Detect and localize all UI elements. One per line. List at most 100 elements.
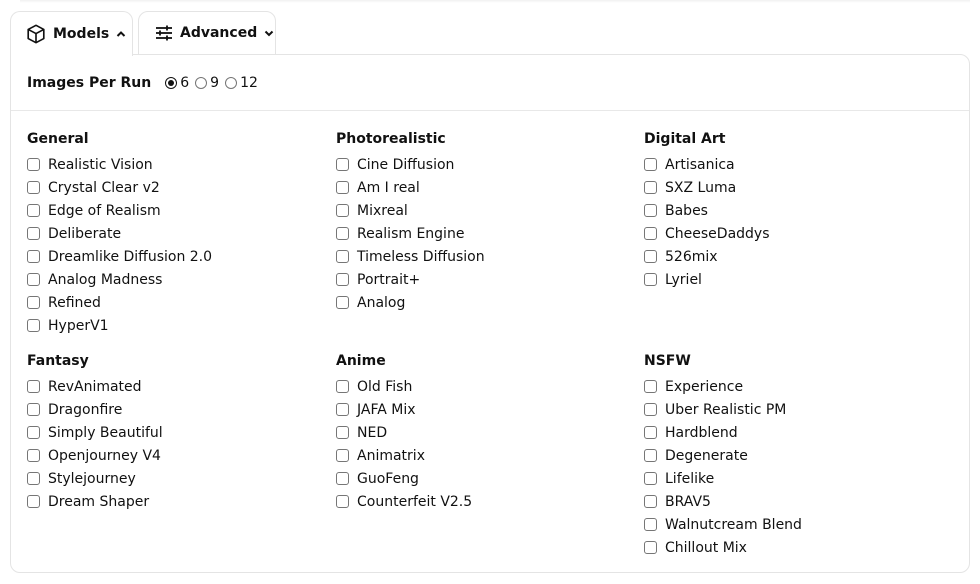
model-checkbox-item[interactable]: BRAV5 xyxy=(644,490,944,513)
checkbox[interactable] xyxy=(644,204,657,217)
checkbox[interactable] xyxy=(336,403,349,416)
checkbox[interactable] xyxy=(27,426,40,439)
model-name: GuoFeng xyxy=(357,470,419,487)
checkbox[interactable] xyxy=(27,380,40,393)
model-checkbox-item[interactable]: Dreamlike Diffusion 2.0 xyxy=(27,245,327,268)
checkbox[interactable] xyxy=(644,541,657,554)
checkbox[interactable] xyxy=(644,449,657,462)
checkbox[interactable] xyxy=(644,158,657,171)
checkbox[interactable] xyxy=(27,204,40,217)
model-checkbox-item[interactable]: Counterfeit V2.5 xyxy=(336,490,636,513)
radio-option-6[interactable]: 6 xyxy=(165,75,189,91)
model-checkbox-item[interactable]: Timeless Diffusion xyxy=(336,245,636,268)
checkbox[interactable] xyxy=(336,250,349,263)
model-checkbox-item[interactable]: Hardblend xyxy=(644,421,944,444)
checkbox[interactable] xyxy=(644,426,657,439)
radio-option-9[interactable]: 9 xyxy=(195,75,219,91)
model-checkbox-item[interactable]: NED xyxy=(336,421,636,444)
model-checkbox-item[interactable]: CheeseDaddys xyxy=(644,222,944,245)
model-checkbox-item[interactable]: Stylejourney xyxy=(27,467,327,490)
checkbox[interactable] xyxy=(336,181,349,194)
checkbox[interactable] xyxy=(336,227,349,240)
model-checkbox-item[interactable]: Deliberate xyxy=(27,222,327,245)
model-checkbox-item[interactable]: Realism Engine xyxy=(336,222,636,245)
checkbox[interactable] xyxy=(336,426,349,439)
model-checkbox-item[interactable]: Dream Shaper xyxy=(27,490,327,513)
model-checkbox-item[interactable]: Walnutcream Blend xyxy=(644,513,944,536)
checkbox[interactable] xyxy=(644,472,657,485)
checkbox[interactable] xyxy=(27,181,40,194)
model-checkbox-item[interactable]: Analog Madness xyxy=(27,268,327,291)
checkbox[interactable] xyxy=(336,158,349,171)
model-checkbox-item[interactable]: Portrait+ xyxy=(336,268,636,291)
model-name: Stylejourney xyxy=(48,470,136,487)
model-name: Animatrix xyxy=(357,447,425,464)
model-checkbox-item[interactable]: Am I real xyxy=(336,176,636,199)
model-checkbox-item[interactable]: Analog xyxy=(336,291,636,314)
checkbox[interactable] xyxy=(27,403,40,416)
checkbox[interactable] xyxy=(27,495,40,508)
model-checkbox-item[interactable]: 526mix xyxy=(644,245,944,268)
model-name: Artisanica xyxy=(665,156,735,173)
model-checkbox-item[interactable]: Old Fish xyxy=(336,375,636,398)
checkbox[interactable] xyxy=(644,273,657,286)
checkbox[interactable] xyxy=(336,204,349,217)
model-group-anime: Anime Old Fish JAFA Mix NED Animatrix GuoFeng… xyxy=(336,352,636,513)
model-checkbox-item[interactable]: Experience xyxy=(644,375,944,398)
checkbox[interactable] xyxy=(644,227,657,240)
model-checkbox-item[interactable]: Simply Beautiful xyxy=(27,421,327,444)
checkbox[interactable] xyxy=(644,403,657,416)
model-checkbox-item[interactable]: Degenerate xyxy=(644,444,944,467)
model-checkbox-item[interactable]: Crystal Clear v2 xyxy=(27,176,327,199)
tab-models-label: Models xyxy=(53,26,110,42)
checkbox[interactable] xyxy=(336,495,349,508)
model-checkbox-item[interactable]: RevAnimated xyxy=(27,375,327,398)
checkbox[interactable] xyxy=(27,227,40,240)
checkbox[interactable] xyxy=(644,518,657,531)
model-checkbox-item[interactable]: Animatrix xyxy=(336,444,636,467)
model-checkbox-item[interactable]: Dragonfire xyxy=(27,398,327,421)
checkbox[interactable] xyxy=(336,380,349,393)
section-divider xyxy=(11,110,969,111)
radio-option-12[interactable]: 12 xyxy=(225,75,258,91)
model-checkbox-item[interactable]: Openjourney V4 xyxy=(27,444,327,467)
model-checkbox-item[interactable]: Realistic Vision xyxy=(27,153,327,176)
tab-models[interactable]: Models xyxy=(10,11,133,56)
radio-button[interactable] xyxy=(195,77,208,89)
radio-button[interactable] xyxy=(165,77,178,89)
model-checkbox-item[interactable]: Refined xyxy=(27,291,327,314)
model-checkbox-item[interactable]: SXZ Luma xyxy=(644,176,944,199)
model-checkbox-item[interactable]: Babes xyxy=(644,199,944,222)
model-checkbox-item[interactable]: Edge of Realism xyxy=(27,199,327,222)
model-checkbox-item[interactable]: GuoFeng xyxy=(336,467,636,490)
checkbox[interactable] xyxy=(336,273,349,286)
checkbox[interactable] xyxy=(27,158,40,171)
checkbox[interactable] xyxy=(644,380,657,393)
checkbox[interactable] xyxy=(27,250,40,263)
model-checkbox-item[interactable]: Artisanica xyxy=(644,153,944,176)
checkbox[interactable] xyxy=(27,273,40,286)
checkbox[interactable] xyxy=(644,495,657,508)
tab-advanced[interactable]: Advanced xyxy=(138,11,276,55)
checkbox[interactable] xyxy=(336,449,349,462)
model-checkbox-item[interactable]: Lyriel xyxy=(644,268,944,291)
model-checkbox-item[interactable]: Uber Realistic PM xyxy=(644,398,944,421)
checkbox[interactable] xyxy=(336,296,349,309)
model-checkbox-item[interactable]: Chillout Mix xyxy=(644,536,944,559)
model-checkbox-item[interactable]: HyperV1 xyxy=(27,314,327,337)
model-checkbox-item[interactable]: JAFA Mix xyxy=(336,398,636,421)
checkbox[interactable] xyxy=(644,250,657,263)
model-checkbox-item[interactable]: Mixreal xyxy=(336,199,636,222)
model-name: Dragonfire xyxy=(48,401,123,418)
checkbox[interactable] xyxy=(644,181,657,194)
model-checkbox-item[interactable]: Lifelike xyxy=(644,467,944,490)
radio-button[interactable] xyxy=(225,77,238,89)
checkbox[interactable] xyxy=(27,449,40,462)
checkbox[interactable] xyxy=(27,296,40,309)
checkbox[interactable] xyxy=(336,472,349,485)
model-name: Lifelike xyxy=(665,470,715,487)
model-checkbox-item[interactable]: Cine Diffusion xyxy=(336,153,636,176)
checkbox[interactable] xyxy=(27,319,40,332)
model-name: Am I real xyxy=(357,179,420,196)
checkbox[interactable] xyxy=(27,472,40,485)
